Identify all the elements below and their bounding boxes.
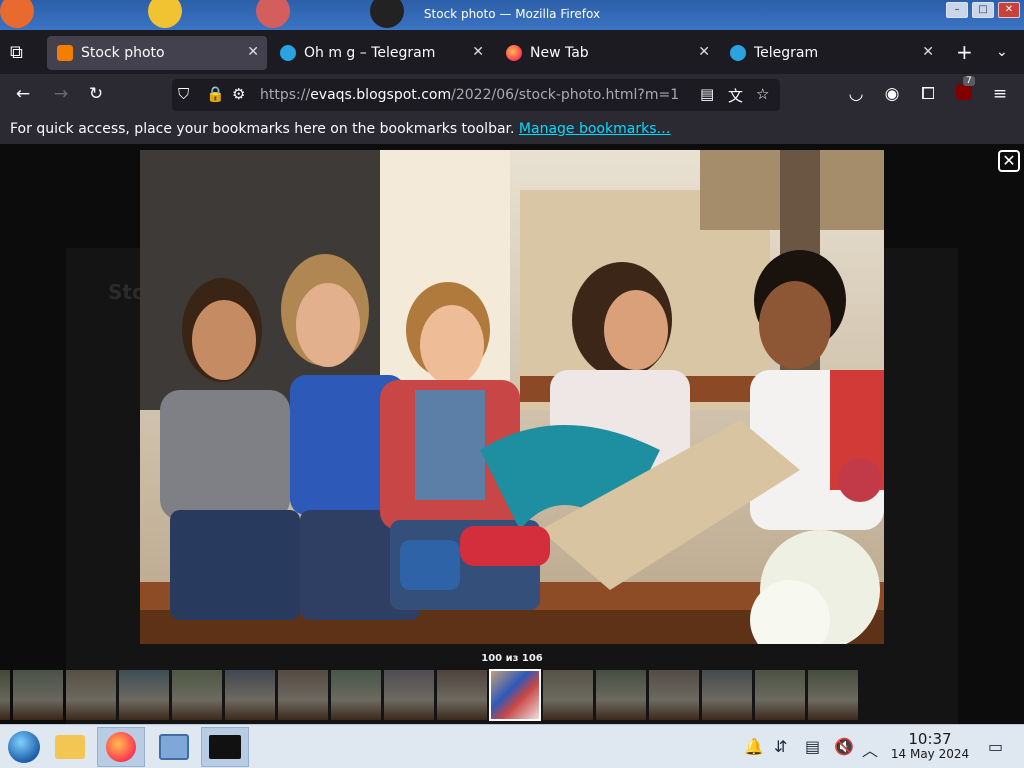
clipboard-icon[interactable]: ▤: [805, 737, 820, 756]
thumbnail-active[interactable]: [489, 669, 541, 721]
tab-new-tab[interactable]: New Tab ✕: [496, 36, 718, 70]
thumbnail[interactable]: [384, 670, 434, 720]
back-button[interactable]: ←: [12, 84, 34, 104]
thumbnail[interactable]: [649, 670, 699, 720]
close-tab-icon[interactable]: ✕: [247, 44, 259, 60]
bookmark-star-icon[interactable]: ☆: [756, 85, 769, 103]
tab-label: Stock photo: [81, 45, 165, 61]
page-content: Sto ✕ 100 из 106: [0, 144, 1024, 724]
firefox-icon: [106, 732, 136, 762]
reload-button[interactable]: ↻: [85, 84, 107, 104]
menu-icon[interactable]: ≡: [989, 84, 1011, 104]
telegram-icon: [730, 45, 746, 61]
tab-overview-icon[interactable]: ⧉: [10, 42, 23, 63]
extensions-icon[interactable]: ⧠: [917, 84, 939, 104]
pocket-icon[interactable]: ◡: [845, 84, 867, 104]
close-tab-icon[interactable]: ✕: [472, 44, 484, 60]
terminal-button[interactable]: [201, 727, 249, 767]
thumbnail[interactable]: [437, 670, 487, 720]
reader-view-icon[interactable]: ▤: [700, 85, 714, 103]
image-counter: 100 из 106: [481, 653, 543, 664]
extension-badge: 7: [963, 76, 975, 86]
thumbnail[interactable]: [119, 670, 169, 720]
tab-label: New Tab: [530, 45, 589, 61]
thumbnail[interactable]: [66, 670, 116, 720]
thumbnail[interactable]: [702, 670, 752, 720]
url-bar[interactable]: ⛉ 🔒 ⚙ https://evaqs.blogspot.com/2022/06…: [172, 79, 780, 111]
firefox-taskbar-button[interactable]: [97, 727, 145, 767]
notifications-icon[interactable]: 🔔: [744, 737, 764, 756]
bookmarks-hint: For quick access, place your bookmarks h…: [10, 121, 515, 137]
thumbnail[interactable]: [13, 670, 63, 720]
control-panel-button[interactable]: [150, 727, 198, 767]
clock-time: 10:37: [908, 730, 952, 748]
close-tab-icon[interactable]: ✕: [698, 44, 710, 60]
telegram-icon: [280, 45, 296, 61]
list-tabs-icon[interactable]: ⌄: [996, 44, 1008, 60]
navigation-bar: ← → ↻ ⛉ 🔒 ⚙ https://evaqs.blogspot.com/2…: [0, 74, 1024, 116]
show-desktop-icon[interactable]: ▭: [988, 737, 1003, 756]
volume-muted-icon[interactable]: 🔇: [834, 737, 854, 756]
tab-strip: ⧉ Stock photo ✕ Oh m g – Telegram ✕ New …: [0, 32, 1024, 74]
tray-expand-icon[interactable]: ︿: [862, 737, 878, 761]
account-icon[interactable]: ◉: [881, 84, 903, 104]
window-title: Stock photo — Mozilla Firefox: [423, 7, 601, 21]
lightbox-photo: [140, 150, 884, 644]
tab-label: Oh m g – Telegram: [304, 45, 436, 61]
translate-icon[interactable]: 文: [728, 85, 743, 106]
permissions-icon[interactable]: ⚙: [232, 85, 245, 103]
thumbnail-strip: [0, 668, 1024, 722]
taskbar: 🔔 ⇵ ▤ 🔇 ︿ 10:37 14 May 2024 ▭: [0, 724, 1024, 768]
clock-date: 14 May 2024: [890, 747, 970, 761]
thumbnail[interactable]: [172, 670, 222, 720]
thumbnail[interactable]: [596, 670, 646, 720]
shield-icon[interactable]: ⛉: [178, 85, 189, 103]
monitor-icon: [159, 734, 189, 760]
thumbnail[interactable]: [225, 670, 275, 720]
clock[interactable]: 10:37 14 May 2024: [882, 731, 978, 761]
thumbnail[interactable]: [278, 670, 328, 720]
thumbnail[interactable]: [808, 670, 858, 720]
tab-label: Telegram: [754, 45, 819, 61]
thumbnail[interactable]: [755, 670, 805, 720]
file-manager-button[interactable]: [46, 727, 94, 767]
forward-button[interactable]: →: [50, 84, 72, 104]
bookmarks-toolbar: For quick access, place your bookmarks h…: [0, 116, 1024, 144]
maximize-button[interactable]: □: [972, 2, 994, 18]
manage-bookmarks-link[interactable]: Manage bookmarks…: [519, 121, 671, 137]
tab-telegram[interactable]: Telegram ✕: [720, 36, 942, 70]
thumbnail[interactable]: [331, 670, 381, 720]
firefox-icon: [506, 45, 522, 61]
close-lightbox-button[interactable]: ✕: [998, 150, 1020, 172]
start-button[interactable]: [0, 727, 48, 767]
start-orb-icon: [8, 731, 40, 763]
ublock-icon[interactable]: 7: [953, 76, 975, 105]
window-titlebar: Stock photo — Mozilla Firefox – □ ✕: [0, 0, 1024, 30]
blogger-icon: [57, 45, 73, 61]
url-text[interactable]: https://evaqs.blogspot.com/2022/06/stock…: [260, 87, 679, 103]
close-tab-icon[interactable]: ✕: [922, 44, 934, 60]
tab-stock-photo[interactable]: Stock photo ✕: [47, 36, 267, 70]
new-tab-button[interactable]: +: [956, 40, 973, 64]
thumbnail[interactable]: [543, 670, 593, 720]
lock-icon[interactable]: 🔒: [206, 85, 225, 103]
minimize-button[interactable]: –: [946, 2, 968, 18]
folder-icon: [55, 735, 85, 759]
stock-photo-image: [140, 150, 884, 644]
network-icon[interactable]: ⇵: [774, 737, 787, 756]
thumbnail[interactable]: [0, 670, 10, 720]
terminal-icon: [209, 735, 241, 759]
close-window-button[interactable]: ✕: [998, 2, 1020, 18]
tab-telegram-chat[interactable]: Oh m g – Telegram ✕: [270, 36, 492, 70]
